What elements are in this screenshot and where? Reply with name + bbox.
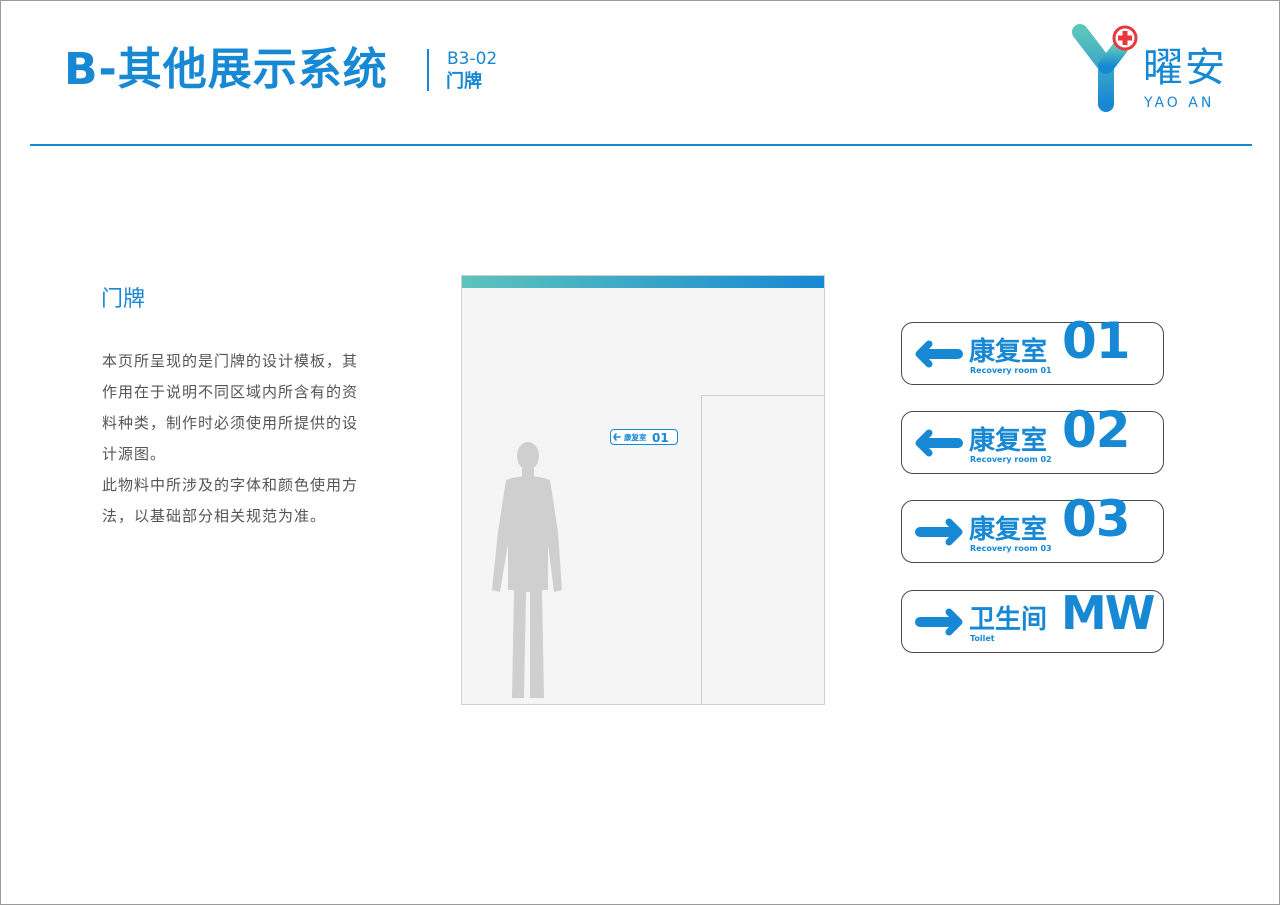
door-sign-recovery-02: 康复室 Recovery room 02 02 bbox=[901, 402, 1164, 474]
sign-name-en: Recovery room 01 bbox=[970, 366, 1052, 375]
description-paragraph: 本页所呈现的是门牌的设计模板，其作用在于说明不同区域内所含有的资料种类，制作时必… bbox=[102, 352, 359, 463]
title-divider bbox=[427, 49, 429, 91]
sign-number: 02 bbox=[1062, 401, 1131, 459]
wall-gradient-bar bbox=[462, 276, 824, 288]
page-code: B3-02 bbox=[447, 49, 498, 69]
sign-name: 康复室 bbox=[969, 337, 1048, 367]
logo-name-en: YAO AN bbox=[1144, 95, 1215, 111]
sign-name-en: Toilet bbox=[970, 634, 995, 643]
arrow-right-icon bbox=[915, 608, 963, 636]
door-sign-preview: 康复室 01 bbox=[610, 429, 678, 445]
door-sign-toilet: 卫生间 Toilet MW bbox=[901, 586, 1164, 653]
sign-name-en: Recovery room 02 bbox=[970, 455, 1052, 464]
door-sign-recovery-01: 康复室 Recovery room 01 01 bbox=[901, 313, 1164, 385]
sign-number: 03 bbox=[1062, 490, 1131, 548]
sign-name-en: Recovery room 03 bbox=[970, 544, 1052, 553]
door-sign-recovery-03: 康复室 Recovery room 03 03 bbox=[901, 491, 1164, 563]
sign-number: MW bbox=[1061, 586, 1156, 640]
wall-mockup: 康复室 01 bbox=[461, 275, 825, 705]
arrow-left-icon bbox=[915, 340, 963, 368]
sign-name: 卫生间 bbox=[969, 605, 1048, 635]
door-outline bbox=[701, 395, 824, 704]
section-title: 门牌 bbox=[101, 287, 146, 312]
standing-man-silhouette-icon bbox=[492, 442, 562, 698]
door-sign-preview-number: 01 bbox=[652, 431, 669, 444]
door-sign-preview-name: 康复室 bbox=[624, 432, 647, 442]
arrow-left-icon bbox=[915, 429, 963, 457]
page-code-label: 门牌 bbox=[446, 71, 482, 92]
sign-name: 康复室 bbox=[969, 426, 1048, 456]
arrow-right-icon bbox=[915, 518, 963, 546]
sign-number: 01 bbox=[1062, 312, 1131, 370]
page-title: B-其他展示系统 bbox=[64, 44, 388, 95]
section-description: 本页所呈现的是门牌的设计模板，其作用在于说明不同区域内所含有的资料种类，制作时必… bbox=[102, 346, 358, 532]
sign-name: 康复室 bbox=[969, 515, 1048, 545]
header-rule bbox=[30, 144, 1252, 146]
description-paragraph: 此物料中所涉及的字体和颜色使用方法，以基础部分相关规范为准。 bbox=[102, 476, 359, 525]
logo-name: 曜安 bbox=[1143, 45, 1227, 91]
